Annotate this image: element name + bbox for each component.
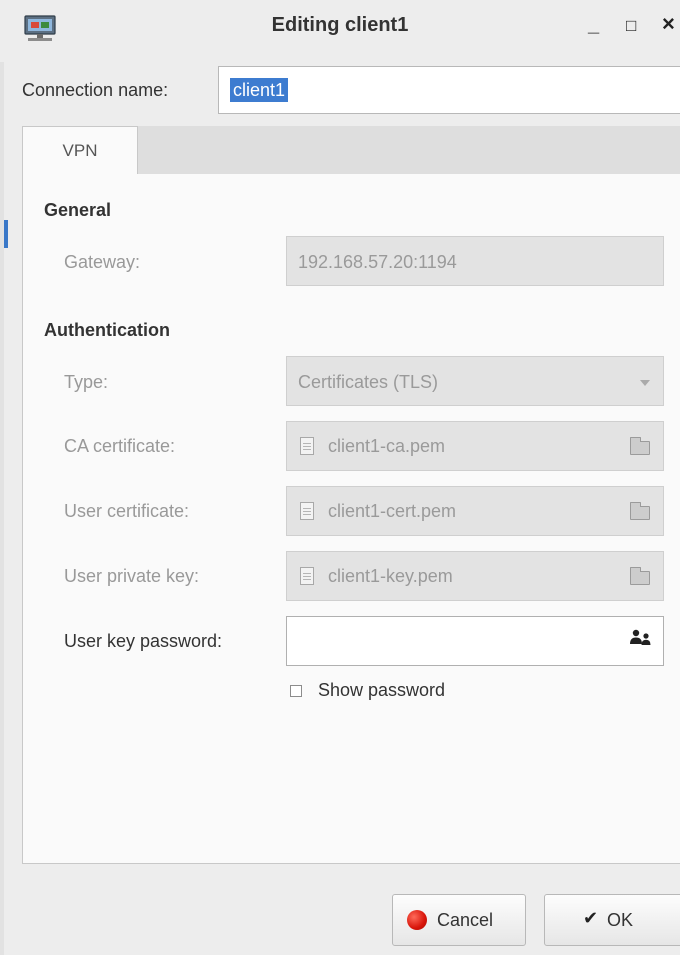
ok-label: OK xyxy=(607,910,634,930)
ok-button[interactable]: ✔ OK xyxy=(544,894,680,946)
connection-name-label: Connection name: xyxy=(22,80,169,100)
general-heading: General xyxy=(44,200,112,220)
authentication-heading: Authentication xyxy=(44,320,170,340)
folder-icon[interactable] xyxy=(630,567,650,585)
file-icon xyxy=(300,437,314,455)
minimize-button[interactable]: _ xyxy=(588,14,599,37)
show-password-checkbox[interactable] xyxy=(290,685,302,697)
folder-icon[interactable] xyxy=(630,502,650,520)
gateway-value: 192.168.57.20:1194 xyxy=(298,252,457,272)
ca-certificate-value: client1-ca.pem xyxy=(328,436,446,456)
user-certificate-value: client1-cert.pem xyxy=(328,501,457,521)
type-label: Type: xyxy=(64,372,109,392)
focus-accent xyxy=(4,220,8,248)
user-private-key-value: client1-key.pem xyxy=(328,566,453,586)
folder-icon[interactable] xyxy=(630,437,650,455)
password-storage-icon[interactable] xyxy=(628,628,654,646)
title-bar[interactable]: Editing client1 _ □ × xyxy=(0,0,680,62)
ca-certificate-label: CA certificate: xyxy=(64,436,176,456)
file-icon xyxy=(300,502,314,520)
type-value: Certificates (TLS) xyxy=(298,372,439,392)
checkmark-icon: ✔ xyxy=(583,908,599,928)
user-certificate-label: User certificate: xyxy=(64,501,190,521)
cancel-button[interactable]: Cancel xyxy=(392,894,526,946)
window-left-edge xyxy=(0,0,4,955)
window-title: Editing client1 xyxy=(271,14,409,36)
maximize-button[interactable]: □ xyxy=(626,16,636,36)
show-password-label[interactable]: Show password xyxy=(318,680,445,701)
gateway-label: Gateway: xyxy=(64,252,141,272)
cancel-icon xyxy=(407,910,427,930)
connection-name-value[interactable]: client1 xyxy=(230,78,289,102)
tab-vpn[interactable]: VPN xyxy=(22,126,138,175)
user-key-password-input[interactable] xyxy=(286,616,664,666)
file-icon xyxy=(300,567,314,585)
user-private-key-label: User private key: xyxy=(64,566,200,586)
chevron-down-icon xyxy=(640,380,650,386)
cancel-label: Cancel xyxy=(437,910,494,930)
close-button[interactable]: × xyxy=(662,11,675,37)
user-key-password-label: User key password: xyxy=(64,631,223,651)
